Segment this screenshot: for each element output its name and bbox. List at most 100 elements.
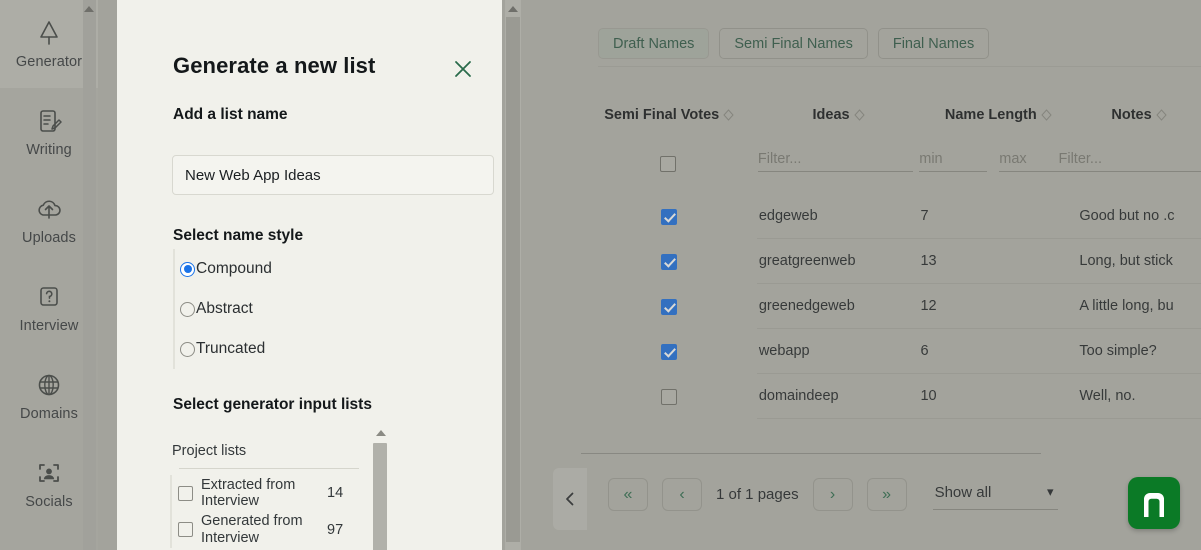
list-item[interactable]: Extracted from Interview 14 xyxy=(172,475,400,511)
project-list-checkbox[interactable] xyxy=(178,486,193,501)
cell-name-length: 10 xyxy=(918,374,1075,419)
row-select-cell xyxy=(581,374,757,419)
row-select-checkbox[interactable] xyxy=(661,299,677,315)
tab-final-names[interactable]: Final Names xyxy=(878,28,989,59)
chevron-down-icon: ▾ xyxy=(1047,484,1054,500)
filter-length-max-input[interactable] xyxy=(999,146,1067,172)
row-select-checkbox[interactable] xyxy=(661,254,677,270)
cell-notes: Long, but stick xyxy=(1075,239,1201,284)
column-label: Name Length xyxy=(945,107,1037,123)
column-label: Ideas xyxy=(813,107,850,123)
row-select-cell xyxy=(581,194,757,239)
tab-semi-final-names[interactable]: Semi Final Names xyxy=(719,28,867,59)
cell-notes: A little long, bu xyxy=(1075,284,1201,329)
project-lists-section: Project lists Extracted from Interview 1… xyxy=(170,443,400,548)
filter-votes-cell xyxy=(581,156,755,172)
tab-draft-names[interactable]: Draft Names xyxy=(598,28,709,59)
pagination-first-button[interactable]: « xyxy=(608,478,648,511)
table-row[interactable]: greatgreenweb 13 Long, but stick xyxy=(581,239,1201,284)
sidebar-item-label: Socials xyxy=(25,495,72,510)
project-list-label: Generated from Interview xyxy=(201,513,319,545)
sort-diamond-icon[interactable] xyxy=(854,109,865,122)
question-box-icon xyxy=(34,282,64,312)
cell-idea: webapp xyxy=(757,329,919,374)
sort-diamond-icon[interactable] xyxy=(1041,109,1052,122)
sidebar-item-label: Uploads xyxy=(22,231,76,246)
cell-name-length: 6 xyxy=(918,329,1075,374)
list-item[interactable]: Generated from Interview 97 xyxy=(172,511,400,547)
filter-ideas-input[interactable] xyxy=(758,146,913,172)
globe-icon xyxy=(34,370,64,400)
pagination-status: 1 of 1 pages xyxy=(716,486,799,503)
page-size-value: Show all xyxy=(935,484,992,501)
page-size-select[interactable]: Show all ▾ xyxy=(933,480,1058,510)
pagination-next-button[interactable]: › xyxy=(813,478,853,511)
main-content: Draft Names Semi Final Names Final Names… xyxy=(521,0,1201,550)
radio-label: Compound xyxy=(196,260,272,278)
radio-option-compound[interactable]: Compound xyxy=(180,249,423,289)
pagination-prev-button[interactable]: ‹ xyxy=(662,478,702,511)
cell-idea: greenedgeweb xyxy=(757,284,919,329)
scroll-up-arrow-icon[interactable] xyxy=(508,6,518,12)
filter-length-min-input[interactable] xyxy=(919,146,987,172)
column-header-notes[interactable]: Notes xyxy=(1077,104,1201,126)
cell-name-length: 13 xyxy=(918,239,1075,284)
modal-title: Generate a new list xyxy=(173,53,375,79)
cell-idea: domaindeep xyxy=(757,374,919,419)
sidebar-scrollbar[interactable] xyxy=(83,0,96,550)
column-label: Semi Final Votes xyxy=(604,107,719,123)
radio-dot-icon[interactable] xyxy=(180,262,195,277)
table-footer-divider xyxy=(581,453,1041,454)
sidebar: Generator Writing Uploads xyxy=(0,0,98,550)
project-lists-title: Project lists xyxy=(170,443,400,459)
scroll-up-arrow-icon[interactable] xyxy=(376,430,386,436)
cloud-upload-icon xyxy=(34,194,64,224)
cell-notes: Good but no .c xyxy=(1075,194,1201,239)
column-header-name-length[interactable]: Name Length xyxy=(920,104,1077,126)
project-lists-divider xyxy=(179,468,359,469)
cell-idea: edgeweb xyxy=(757,194,919,239)
page-scrollbar[interactable] xyxy=(505,0,521,550)
project-list-label: Extracted from Interview xyxy=(201,477,319,509)
name-style-label: Select name style xyxy=(173,227,303,245)
table-row[interactable]: domaindeep 10 Well, no. xyxy=(581,374,1201,419)
radio-option-truncated[interactable]: Truncated xyxy=(180,329,423,369)
filter-length-cell xyxy=(916,146,1071,172)
row-select-checkbox[interactable] xyxy=(661,209,677,225)
app-logo-button[interactable] xyxy=(1128,477,1180,529)
sidebar-item-label: Domains xyxy=(20,407,78,422)
row-select-checkbox[interactable] xyxy=(661,344,677,360)
filter-votes-checkbox[interactable] xyxy=(660,156,676,172)
scrollbar-thumb[interactable] xyxy=(373,443,387,550)
pagination-last-button[interactable]: » xyxy=(867,478,907,511)
project-list-count: 14 xyxy=(327,485,343,501)
list-name-input[interactable] xyxy=(172,155,494,195)
radio-option-abstract[interactable]: Abstract xyxy=(180,289,423,329)
name-style-radio-group: Compound Abstract Truncated xyxy=(173,249,423,369)
radio-dot-icon[interactable] xyxy=(180,342,195,357)
tabs-divider xyxy=(598,66,1201,67)
project-list-count: 97 xyxy=(327,522,343,538)
filter-notes-input[interactable] xyxy=(1059,146,1201,172)
collapse-panel-button[interactable] xyxy=(553,468,587,530)
project-lists-scrollbar[interactable] xyxy=(372,428,389,550)
filter-ideas-cell xyxy=(755,146,915,172)
sort-diamond-icon[interactable] xyxy=(723,109,734,122)
column-label: Notes xyxy=(1111,107,1151,123)
row-select-checkbox[interactable] xyxy=(661,389,677,405)
scrollbar-thumb[interactable] xyxy=(506,17,520,542)
table-row[interactable]: edgeweb 7 Good but no .c xyxy=(581,194,1201,239)
table-row[interactable]: greenedgeweb 12 A little long, bu xyxy=(581,284,1201,329)
sort-diamond-icon[interactable] xyxy=(1156,109,1167,122)
row-select-cell xyxy=(581,284,757,329)
column-header-ideas[interactable]: Ideas xyxy=(757,104,919,126)
table-header-row: Semi Final Votes Ideas Name Length xyxy=(581,104,1201,126)
close-x-icon[interactable] xyxy=(452,58,474,80)
scroll-up-arrow-icon[interactable] xyxy=(84,6,94,12)
radio-dot-icon[interactable] xyxy=(180,302,195,317)
filter-notes-cell xyxy=(1071,146,1201,172)
cell-idea: greatgreenweb xyxy=(757,239,919,284)
table-row[interactable]: webapp 6 Too simple? xyxy=(581,329,1201,374)
column-header-semi-final-votes[interactable]: Semi Final Votes xyxy=(581,104,757,126)
project-list-checkbox[interactable] xyxy=(178,522,193,537)
